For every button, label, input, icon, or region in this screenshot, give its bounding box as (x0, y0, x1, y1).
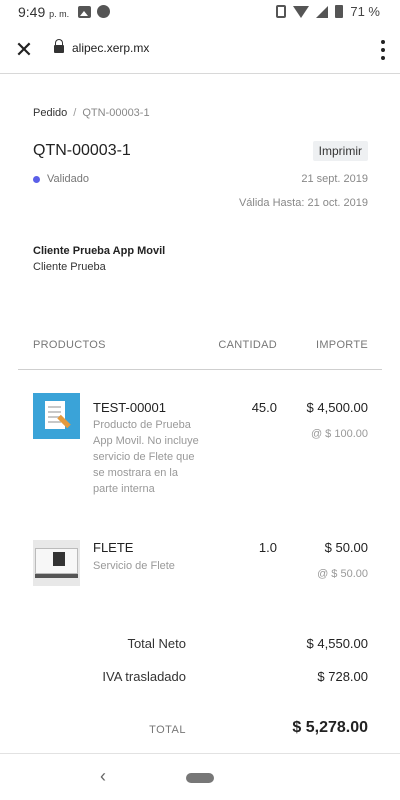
back-chevron-icon[interactable]: ‹ (100, 766, 106, 787)
breadcrumb-separator: / (73, 107, 77, 119)
item-quantity: 45.0 (251, 400, 277, 415)
valid-until-date: Válida Hasta: 21 oct. 2019 (238, 197, 368, 209)
table-divider (18, 369, 382, 370)
more-vert-icon[interactable] (380, 40, 386, 60)
item-description: Producto de Prueba App Movil. No incluye… (93, 419, 199, 495)
status-badge: Validado (47, 173, 89, 185)
client-name: Cliente Prueba App Movil (33, 245, 166, 257)
item-code: TEST-00001 (93, 400, 166, 415)
breadcrumb-parent[interactable]: Pedido (33, 107, 67, 119)
truck-base-shape (35, 574, 78, 578)
close-icon[interactable]: ✕ (12, 38, 36, 62)
net-total-label: Total Neto (127, 636, 186, 651)
item-amount: $ 4,500.00 (306, 400, 368, 415)
status-system-icons: 71 % (276, 4, 380, 19)
item-unit-price: @ $ 50.00 (317, 568, 368, 580)
status-time-ampm: p. m. (49, 9, 70, 19)
vibrate-icon (276, 5, 287, 18)
system-nav-bar: ‹ (0, 753, 400, 800)
tax-value: $ 728.00 (317, 669, 368, 684)
image-icon (78, 5, 91, 18)
grand-total-label: TOTAL (149, 724, 186, 736)
column-header-products: PRODUCTOS (33, 339, 106, 351)
status-time: 9:49 p. m. (18, 4, 69, 20)
signal-icon (316, 5, 329, 18)
item-code: FLETE (93, 540, 134, 555)
status-dot (33, 176, 40, 183)
breadcrumb: Pedido / QTN-00003-1 (33, 107, 150, 119)
client-subtitle: Cliente Prueba (33, 261, 106, 273)
status-bar: 9:49 p. m. 71 % (0, 0, 400, 26)
item-amount: $ 50.00 (324, 540, 368, 555)
home-pill-icon[interactable] (186, 773, 214, 783)
lock-icon (54, 39, 64, 53)
order-date: 21 sept. 2019 (301, 173, 368, 185)
page-title: QTN-00003-1 (33, 142, 131, 159)
grand-total-value: $ 5,278.00 (292, 719, 368, 736)
breadcrumb-current: QTN-00003-1 (82, 107, 150, 119)
browser-toolbar: ✕ alipec.xerp.mx (0, 26, 400, 74)
item-quantity: 1.0 (258, 540, 277, 555)
phone-icon (97, 5, 110, 18)
url-text[interactable]: alipec.xerp.mx (72, 41, 149, 55)
product-thumbnail-document (33, 393, 80, 439)
tax-label: IVA trasladado (102, 669, 186, 684)
product-thumbnail-truck (33, 540, 80, 586)
item-description: Servicio de Flete (93, 560, 175, 572)
battery-icon (335, 5, 344, 18)
item-unit-price: @ $ 100.00 (310, 428, 368, 440)
battery-percent: 71 % (350, 4, 380, 19)
net-total-value: $ 4,550.00 (306, 636, 368, 651)
truck-window-shape (53, 552, 65, 566)
column-header-quantity: CANTIDAD (218, 339, 277, 351)
status-time-value: 9:49 (18, 4, 46, 20)
wifi-icon (293, 5, 310, 18)
status-notification-icons (78, 5, 110, 18)
print-button[interactable]: Imprimir (312, 141, 368, 161)
column-header-amount: IMPORTE (315, 339, 368, 351)
